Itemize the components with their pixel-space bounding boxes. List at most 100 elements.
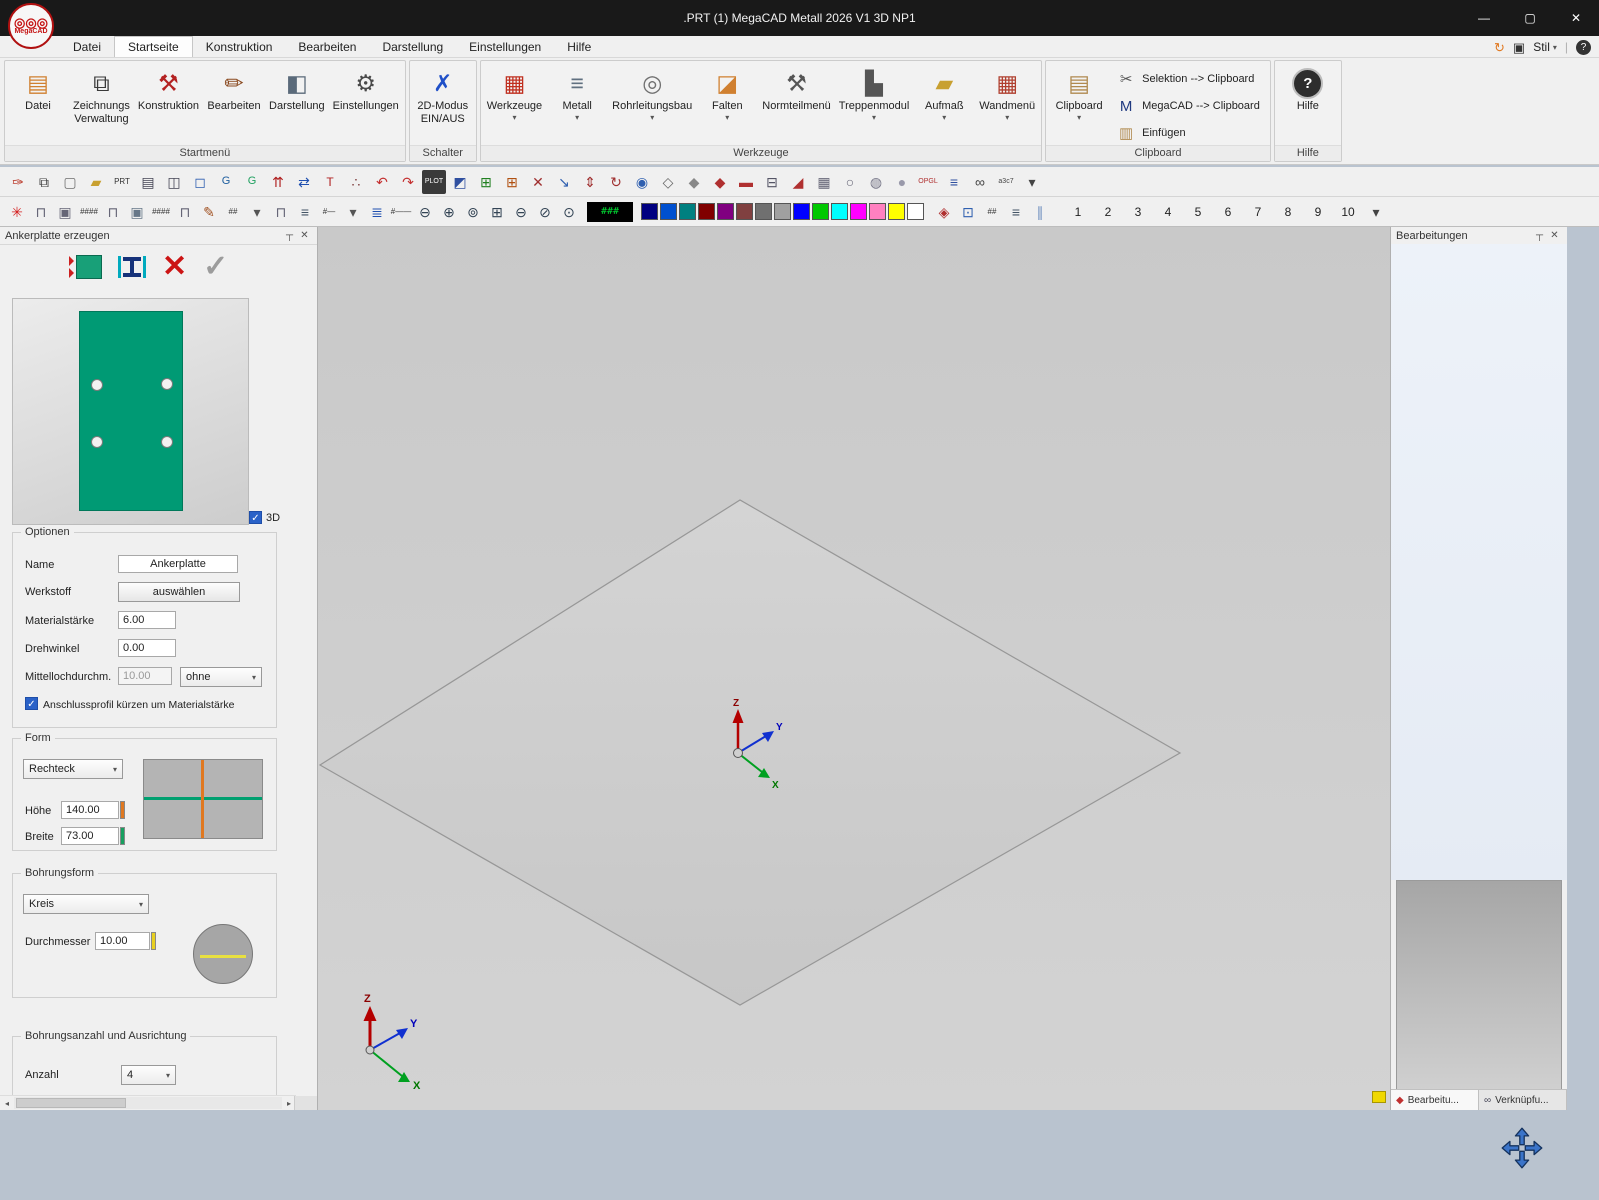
sheet-settings-icon[interactable]: ◻: [188, 170, 212, 194]
zoom-dynamic-icon[interactable]: ⊚: [462, 201, 484, 223]
hatch-format-icon[interactable]: ##: [222, 201, 244, 223]
close-button[interactable]: ✕: [1553, 0, 1599, 36]
layer-number-button[interactable]: 8: [1273, 205, 1303, 219]
active-color-icon[interactable]: ◈: [933, 201, 955, 223]
print-icon[interactable]: ▤: [136, 170, 160, 194]
dialog-close-icon[interactable]: ✕: [297, 230, 312, 241]
doc-check-icon[interactable]: ▣: [126, 201, 148, 223]
color-swatch[interactable]: [698, 203, 715, 220]
toolbar2-overflow-icon[interactable]: ▾: [1365, 201, 1387, 223]
copy-attributes-icon[interactable]: ⧉: [32, 170, 56, 194]
screen-settings-icon[interactable]: ⊡: [957, 201, 979, 223]
layer-colors-icon[interactable]: ≣: [366, 201, 388, 223]
tab-verknuepfungen[interactable]: ∞ Verknüpfu...: [1479, 1090, 1567, 1110]
print-preview-icon[interactable]: ◫: [162, 170, 186, 194]
ribbon-wandmenu-button[interactable]: ▦ Wandmenü ▾: [975, 63, 1039, 122]
color-swatch[interactable]: [793, 203, 810, 220]
hash-small-icon[interactable]: ##: [981, 201, 1003, 223]
open-file-icon[interactable]: ▰: [84, 170, 108, 194]
panel-resize-corner[interactable]: [294, 1096, 317, 1110]
layer-number-button[interactable]: 5: [1183, 205, 1213, 219]
snap-lock2-icon[interactable]: ⊓: [102, 201, 124, 223]
maximize-button[interactable]: ▢: [1507, 0, 1553, 36]
linewidth-icon[interactable]: ≡: [294, 201, 316, 223]
attribute-brush-icon[interactable]: ✑: [6, 170, 30, 194]
color-swatch[interactable]: [717, 203, 734, 220]
profile-select-icon[interactable]: [118, 256, 146, 278]
materialstaerke-input[interactable]: [118, 611, 176, 629]
cube-wireframe-icon[interactable]: ◇: [656, 170, 680, 194]
ribbon-treppenmodul-button[interactable]: ▙ Treppenmodul ▾: [835, 63, 914, 122]
snap-point-icon[interactable]: ✳: [6, 201, 28, 223]
cancel-button[interactable]: ✕: [162, 252, 187, 282]
color-swatch[interactable]: [755, 203, 772, 220]
linetype2-icon[interactable]: #——: [390, 201, 412, 223]
rotate-icon[interactable]: ↻: [604, 170, 628, 194]
zoom-out-icon[interactable]: ⊖: [414, 201, 436, 223]
zoom-select-icon[interactable]: ⊙: [558, 201, 580, 223]
menu-bearbeiten[interactable]: Bearbeiten: [285, 36, 369, 57]
ribbon-zeichnungsverwaltung-button[interactable]: ⧉ Zeichnungs Verwaltung: [69, 63, 134, 135]
transform-icon[interactable]: ✕: [526, 170, 550, 194]
format-box-icon[interactable]: ▣: [54, 201, 76, 223]
bohrungsform-select[interactable]: Kreis ▾: [23, 894, 149, 914]
color-swatch[interactable]: [850, 203, 867, 220]
3d-checkbox[interactable]: ✓: [249, 511, 262, 524]
spray-icon[interactable]: ∴: [344, 170, 368, 194]
stil-dropdown[interactable]: Stil ▾: [1533, 40, 1557, 54]
ribbon-falten-button[interactable]: ◪ Falten ▾: [696, 63, 758, 122]
layer-number-button[interactable]: 4: [1153, 205, 1183, 219]
color-swatch[interactable]: [831, 203, 848, 220]
layer-number-button[interactable]: 3: [1123, 205, 1153, 219]
refresh-icon[interactable]: ↻: [1494, 41, 1505, 54]
dropdown2-icon[interactable]: ▾: [342, 201, 364, 223]
layer-number-button[interactable]: 1: [1063, 205, 1093, 219]
menu-hilfe[interactable]: Hilfe: [554, 36, 604, 57]
scrollbar-thumb[interactable]: [16, 1098, 126, 1108]
drehwinkel-input[interactable]: [118, 639, 176, 657]
color-swatch[interactable]: [812, 203, 829, 220]
tab-bearbeitungen[interactable]: ◆ Bearbeitu...: [1391, 1090, 1479, 1110]
cube-shaded-icon[interactable]: ◆: [708, 170, 732, 194]
color-swatch[interactable]: [869, 203, 886, 220]
cylinder-half-icon[interactable]: ◍: [864, 170, 888, 194]
ribbon-clipboard-button[interactable]: ▤ Clipboard ▾: [1048, 63, 1110, 122]
linetype-icon[interactable]: #—: [318, 201, 340, 223]
color-swatch[interactable]: [679, 203, 696, 220]
ribbon-2dmodus-button[interactable]: ✗ 2D-Modus EIN/AUS: [412, 63, 474, 126]
menu-startseite[interactable]: Startseite: [114, 36, 193, 57]
ribbon-einfuegen-button[interactable]: ▥ Einfügen: [1112, 121, 1264, 145]
color-swatch[interactable]: [774, 203, 791, 220]
color-swatch[interactable]: [736, 203, 753, 220]
color-swatch[interactable]: [907, 203, 924, 220]
minimize-button[interactable]: —: [1461, 0, 1507, 36]
ribbon-konstruktion-button[interactable]: ⚒ Konstruktion: [134, 63, 203, 122]
ribbon-darstellung-button[interactable]: ◧ Darstellung: [265, 63, 329, 122]
ruler-icon[interactable]: ∥: [1029, 201, 1051, 223]
insert-detail-icon[interactable]: ⊞: [500, 170, 524, 194]
screen-view-icon[interactable]: ⊟: [760, 170, 784, 194]
menu-darstellung[interactable]: Darstellung: [369, 36, 456, 57]
name-input[interactable]: [118, 555, 238, 573]
menu-einstellungen[interactable]: Einstellungen: [456, 36, 554, 57]
cylinder-solid-icon[interactable]: ●: [890, 170, 914, 194]
color-swatch[interactable]: [641, 203, 658, 220]
text-format-icon[interactable]: a3c7: [994, 170, 1018, 194]
color-swatch[interactable]: [888, 203, 905, 220]
plot-icon[interactable]: PLOT: [422, 170, 446, 194]
breite-input[interactable]: [61, 827, 119, 845]
pen-style-icon[interactable]: ✎: [198, 201, 220, 223]
cube-hidden-icon[interactable]: ◆: [682, 170, 706, 194]
ribbon-einstellungen-button[interactable]: ⚙ Einstellungen: [329, 63, 403, 122]
list-icon[interactable]: ≡: [1005, 201, 1027, 223]
undo-icon[interactable]: ↶: [370, 170, 394, 194]
layer-number-button[interactable]: 6: [1213, 205, 1243, 219]
zoom-extents-icon[interactable]: ⊘: [534, 201, 556, 223]
zoom-window-icon[interactable]: ⊞: [486, 201, 508, 223]
layer-number-button[interactable]: 9: [1303, 205, 1333, 219]
snap-lock1-icon[interactable]: ⊓: [30, 201, 52, 223]
grid-box-icon[interactable]: ▦: [812, 170, 836, 194]
ribbon-werkzeuge-button[interactable]: ▦ Werkzeuge ▾: [483, 63, 546, 122]
color-swatch[interactable]: [660, 203, 677, 220]
werkstoff-button[interactable]: auswählen: [118, 582, 240, 602]
